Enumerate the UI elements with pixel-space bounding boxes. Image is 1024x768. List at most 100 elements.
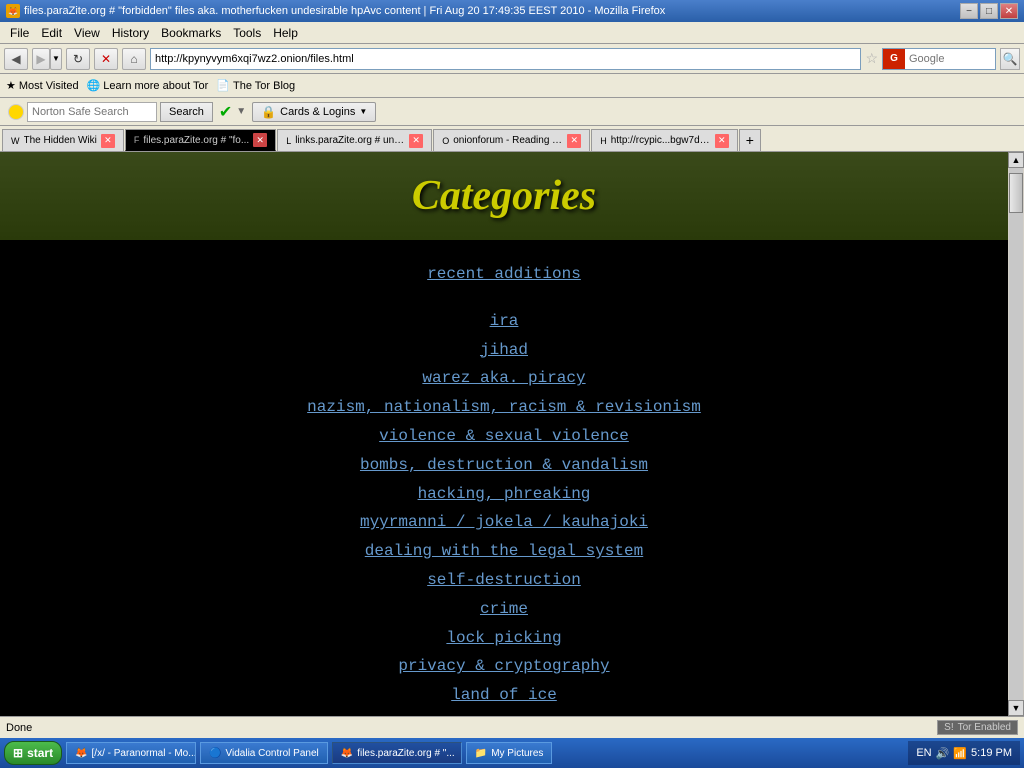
browser-search-input[interactable] <box>905 49 995 69</box>
link-visual[interactable]: visual information criminality <box>0 710 1008 716</box>
cards-dropdown-icon: ▼ <box>359 107 367 116</box>
tab-close-parazite[interactable]: ✕ <box>253 133 267 147</box>
tab-hidden-wiki[interactable]: W The Hidden Wiki ✕ <box>2 129 124 151</box>
tor-badge-icon: S! <box>944 722 953 733</box>
link-legal[interactable]: dealing with the legal system <box>0 537 1008 566</box>
tab-onionforum[interactable]: O onionforum - Reading Topic... ✕ <box>433 129 590 151</box>
menu-edit[interactable]: Edit <box>35 24 68 42</box>
close-button[interactable]: ✕ <box>1000 3 1018 19</box>
system-tray: EN 🔊 📶 5:19 PM <box>908 741 1020 765</box>
tab-close-links[interactable]: ✕ <box>409 134 423 148</box>
menu-view[interactable]: View <box>68 24 106 42</box>
tab-links[interactable]: L links.paraZite.org # underg... ✕ <box>277 129 432 151</box>
status-right: S! Tor Enabled <box>937 720 1018 735</box>
search-engine-icon: G <box>883 49 905 69</box>
tab-label-parazite: files.paraZite.org # "fo... <box>143 135 249 146</box>
taskbar-paranormal[interactable]: 🦊 [/x/ - Paranormal - Mo... <box>66 742 196 764</box>
taskbar: ⊞ start 🦊 [/x/ - Paranormal - Mo... 🔵 Vi… <box>0 738 1024 768</box>
search-button[interactable]: Search <box>160 102 213 122</box>
bookmark-learn-tor[interactable]: 🌐 Learn more about Tor <box>87 79 209 92</box>
taskbar-parazite-icon: 🦊 <box>341 748 353 759</box>
link-jihad[interactable]: jihad <box>0 336 1008 365</box>
link-nazism[interactable]: nazism, nationalism, racism & revisionis… <box>0 393 1008 422</box>
link-privacy[interactable]: privacy & cryptography <box>0 652 1008 681</box>
page-content: Categories recent additions ira jihad wa… <box>0 152 1024 716</box>
taskbar-parazite[interactable]: 🦊 files.paraZite.org # "... <box>332 742 462 764</box>
search-go-button[interactable]: 🔍 <box>1000 48 1020 70</box>
link-ira[interactable]: ira <box>0 307 1008 336</box>
most-visited-label: Most Visited <box>19 80 79 92</box>
status-bar: Done S! Tor Enabled <box>0 716 1024 738</box>
check-dropdown[interactable]: ▼ <box>236 106 246 117</box>
scroll-track <box>1009 168 1023 700</box>
search-bar: Search ✔ ▼ 🔒 Cards & Logins ▼ <box>0 98 1024 126</box>
forward-button[interactable]: ▶ <box>32 48 50 70</box>
taskbar-paranormal-label: [/x/ - Paranormal - Mo... <box>92 748 197 759</box>
tab-parazite[interactable]: F files.paraZite.org # "fo... ✕ <box>125 129 276 151</box>
scroll-up-button[interactable]: ▲ <box>1008 152 1024 168</box>
link-warez[interactable]: warez aka. piracy <box>0 364 1008 393</box>
tab-rcypic[interactable]: H http://rcypic...bgw7dq.onion/ ✕ <box>591 129 738 151</box>
menu-bookmarks[interactable]: Bookmarks <box>155 24 227 42</box>
tabs-bar: W The Hidden Wiki ✕ F files.paraZite.org… <box>0 126 1024 152</box>
start-button[interactable]: ⊞ start <box>4 741 62 765</box>
back-button[interactable]: ◀ <box>4 48 28 70</box>
link-recent-additions[interactable]: recent additions <box>0 260 1008 289</box>
taskbar-vidalia[interactable]: 🔵 Vidalia Control Panel <box>200 742 328 764</box>
taskbar-pictures-label: My Pictures <box>491 748 543 759</box>
forward-dropdown[interactable]: ▼ <box>50 48 62 70</box>
new-tab-button[interactable]: + <box>739 129 761 151</box>
cards-logins-label: Cards & Logins <box>280 106 355 118</box>
stop-button[interactable]: ✕ <box>94 48 118 70</box>
refresh-button[interactable]: ↻ <box>66 48 90 70</box>
tab-close-wiki[interactable]: ✕ <box>101 134 115 148</box>
window-controls: − □ ✕ <box>960 3 1018 19</box>
links-container: recent additions ira jihad warez aka. pi… <box>0 250 1008 716</box>
tab-close-rcypic[interactable]: ✕ <box>715 134 729 148</box>
link-self-destruction[interactable]: self-destruction <box>0 566 1008 595</box>
scroll-down-button[interactable]: ▼ <box>1008 700 1024 716</box>
taskbar-pictures-icon: 📁 <box>475 748 487 759</box>
title-bar: 🦊 files.paraZite.org # "forbidden" files… <box>0 0 1024 22</box>
tab-favicon-rcypic: H <box>600 136 607 146</box>
menu-history[interactable]: History <box>106 24 155 42</box>
categories-title: Categories <box>20 172 988 220</box>
cards-logins-button[interactable]: 🔒 Cards & Logins ▼ <box>252 102 376 122</box>
link-myyrmanni[interactable]: myyrmanni / jokela / kauhajoki <box>0 508 1008 537</box>
bookmark-most-visited[interactable]: ★ Most Visited <box>6 79 79 92</box>
norton-icon <box>8 104 24 120</box>
tab-favicon-onionforum: O <box>442 136 449 146</box>
learn-tor-label: Learn more about Tor <box>103 80 208 92</box>
tab-label-rcypic: http://rcypic...bgw7dq.onion/ <box>611 135 711 146</box>
link-hacking[interactable]: hacking, phreaking <box>0 480 1008 509</box>
home-button[interactable]: ⌂ <box>122 48 146 70</box>
categories-header: Categories <box>0 152 1008 240</box>
minimize-button[interactable]: − <box>960 3 978 19</box>
most-visited-icon: ★ <box>6 79 16 92</box>
address-bar[interactable] <box>150 48 861 70</box>
link-crime[interactable]: crime <box>0 595 1008 624</box>
menu-help[interactable]: Help <box>267 24 304 42</box>
menu-file[interactable]: File <box>4 24 35 42</box>
green-check-area[interactable]: ✔ ▼ <box>219 102 246 122</box>
tab-favicon-wiki: W <box>11 136 20 146</box>
taskbar-vidalia-label: Vidalia Control Panel <box>226 748 319 759</box>
link-bombs[interactable]: bombs, destruction & vandalism <box>0 451 1008 480</box>
scrollbar[interactable]: ▲ ▼ <box>1008 152 1024 716</box>
tor-blog-icon: 📄 <box>216 79 230 92</box>
link-violence[interactable]: violence & sexual violence <box>0 422 1008 451</box>
taskbar-right: EN 🔊 📶 5:19 PM <box>908 741 1020 765</box>
tab-favicon-links: L <box>286 136 291 146</box>
taskbar-pictures[interactable]: 📁 My Pictures <box>466 742 553 764</box>
restore-button[interactable]: □ <box>980 3 998 19</box>
bookmark-tor-blog[interactable]: 📄 The Tor Blog <box>216 79 295 92</box>
norton-search-area: Search <box>8 102 213 122</box>
norton-search-input[interactable] <box>27 102 157 122</box>
tab-close-onionforum[interactable]: ✕ <box>567 134 581 148</box>
bookmark-star[interactable]: ☆ <box>865 50 878 67</box>
menu-tools[interactable]: Tools <box>227 24 267 42</box>
link-land-of-ice[interactable]: land of ice <box>0 681 1008 710</box>
tab-label-wiki: The Hidden Wiki <box>24 135 97 146</box>
scroll-thumb[interactable] <box>1009 173 1023 213</box>
link-lock-picking[interactable]: lock picking <box>0 624 1008 653</box>
